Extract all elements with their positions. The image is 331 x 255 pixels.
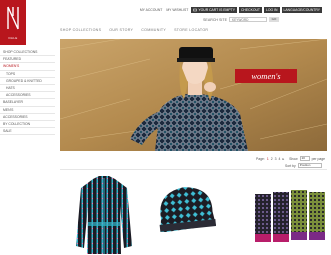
sort-controls: Sort by Position bbox=[285, 163, 322, 168]
product-beanie-hat[interactable] bbox=[156, 184, 216, 232]
page-4-link[interactable]: 4 bbox=[279, 157, 281, 161]
main-nav: SHOP COLLECTIONS OUR STORY COMMUNITY STO… bbox=[0, 26, 331, 34]
page-1-link[interactable]: 1 bbox=[267, 157, 269, 161]
search-label: SEARCH SITE bbox=[203, 17, 227, 22]
show-label: Show bbox=[289, 156, 298, 161]
utility-bar: MY ACCOUNT MY WISHLIST YOUR CART IS EMPT… bbox=[139, 7, 322, 13]
pages-label: Page: bbox=[256, 156, 265, 161]
next-arrow-icon[interactable]: ▸ bbox=[282, 157, 284, 161]
sidebar-item-tops[interactable]: TOPS bbox=[0, 71, 55, 78]
my-wishlist-link[interactable]: MY WISHLIST bbox=[165, 7, 189, 13]
per-page-label: per page bbox=[311, 156, 326, 161]
sidebar-item-baselayer[interactable]: BASELAYER bbox=[0, 99, 55, 107]
cart-icon bbox=[193, 8, 198, 12]
show-per-page-select[interactable]: 20 bbox=[299, 156, 310, 161]
sidebar-item-featured[interactable]: FEATURED bbox=[0, 56, 55, 64]
divider bbox=[60, 169, 327, 170]
sidebar-item-womens-accessories[interactable]: ACCESSORIES bbox=[0, 92, 55, 100]
my-account-link[interactable]: MY ACCOUNT bbox=[139, 7, 164, 13]
sort-label: Sort by bbox=[285, 163, 296, 168]
search-go-button[interactable]: GO bbox=[269, 17, 279, 22]
brand-logo-text: DALE bbox=[8, 36, 18, 40]
nav-our-story[interactable]: OUR STORY bbox=[109, 28, 133, 32]
sidebar-nav: SHOP COLLECTIONS FEATURED WOMEN'S TOPS G… bbox=[0, 49, 55, 136]
product-fingerless-gloves[interactable] bbox=[253, 190, 327, 248]
login-button[interactable]: LOG IN bbox=[264, 7, 280, 13]
search-input[interactable] bbox=[229, 17, 267, 22]
sidebar-item-shop-collections[interactable]: SHOP COLLECTIONS bbox=[0, 49, 55, 57]
language-country-button[interactable]: LANGUAGE/COUNTRY bbox=[281, 7, 322, 13]
sidebar-item-by-collection[interactable]: BY COLLECTION bbox=[0, 121, 55, 129]
hero-photo bbox=[60, 39, 327, 151]
sidebar-item-sale[interactable]: SALE bbox=[0, 128, 55, 136]
nav-community[interactable]: COMMUNITY bbox=[141, 28, 166, 32]
sidebar-item-accessories[interactable]: ACCESSORIES bbox=[0, 114, 55, 122]
page-3-link[interactable]: 3 bbox=[275, 157, 277, 161]
sidebar-item-grouped-knitted[interactable]: GROUPED & KNITTED bbox=[0, 78, 55, 86]
sidebar-item-womens[interactable]: WOMEN'S bbox=[0, 63, 55, 71]
sort-select[interactable]: Position bbox=[297, 163, 322, 168]
nav-shop-collections[interactable]: SHOP COLLECTIONS bbox=[60, 28, 101, 32]
cart-button[interactable]: YOUR CART IS EMPTY bbox=[191, 7, 237, 13]
page-2-link[interactable]: 2 bbox=[271, 157, 273, 161]
hero-banner-image[interactable]: women's bbox=[60, 39, 327, 151]
hero-category-banner[interactable]: women's bbox=[235, 69, 297, 83]
cart-label: YOUR CART IS EMPTY bbox=[198, 8, 235, 12]
sidebar-item-hats[interactable]: HATS bbox=[0, 85, 55, 93]
product-cardigan[interactable] bbox=[75, 176, 133, 255]
checkout-button[interactable]: CHECKOUT bbox=[238, 7, 262, 13]
brand-logo[interactable]: DALE bbox=[0, 0, 26, 45]
nav-store-locator[interactable]: STORE LOCATOR bbox=[174, 28, 208, 32]
search-bar: SEARCH SITE GO bbox=[203, 17, 279, 22]
sidebar-item-mens[interactable]: MEN'S bbox=[0, 107, 55, 114]
pagination: Page: 1 2 3 4 ▸ Show 20 per page bbox=[256, 156, 325, 161]
